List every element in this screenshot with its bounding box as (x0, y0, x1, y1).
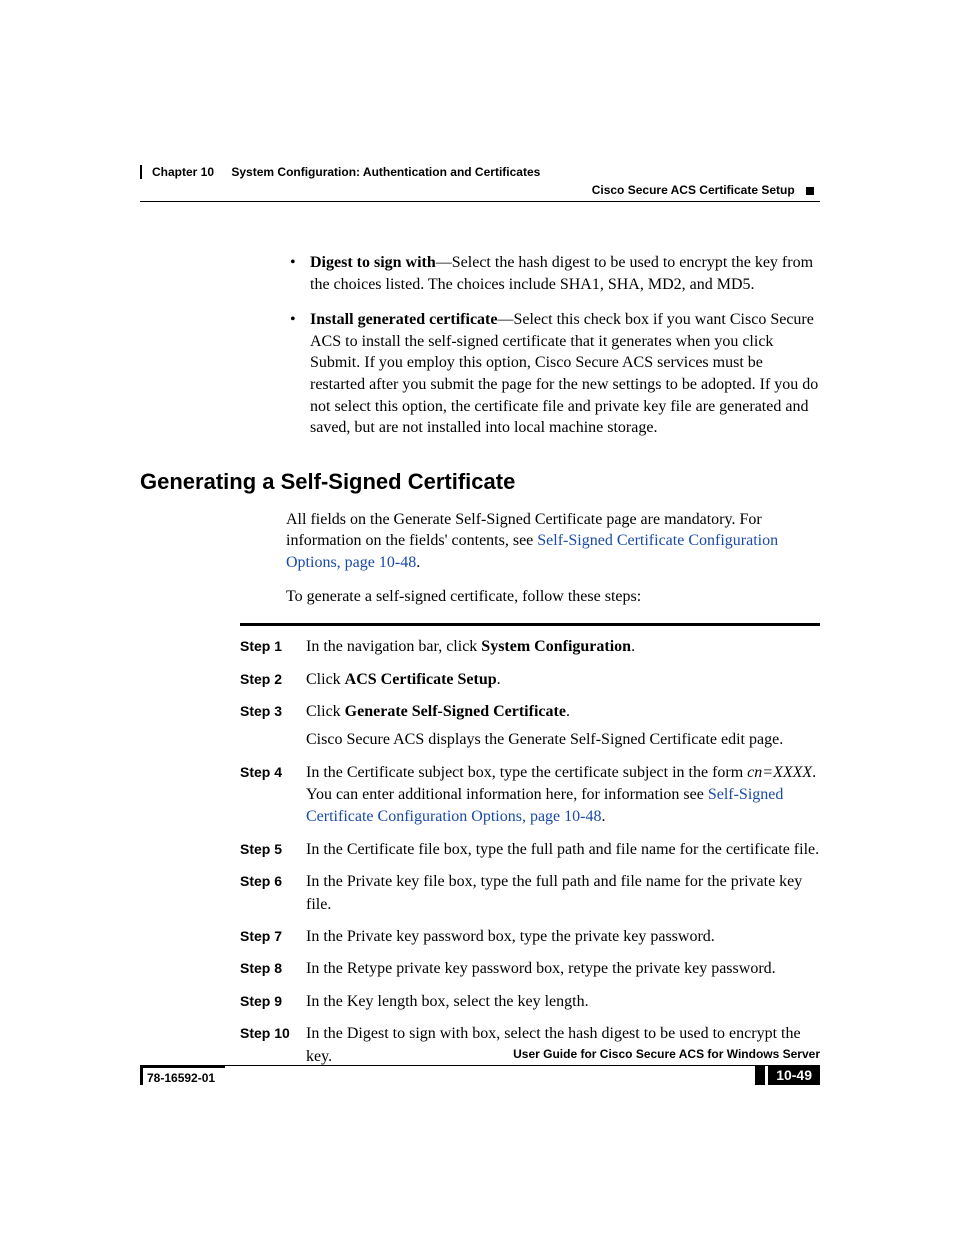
step-row: Step 9In the Key length box, select the … (240, 991, 820, 1013)
step-text: Generate Self-Signed Certificate (345, 703, 566, 720)
header-square-icon (806, 187, 814, 195)
step-text: In the Certificate file box, type the fu… (306, 841, 819, 858)
bullet-item: Install generated certificate—Select thi… (286, 309, 820, 439)
step-text: . (631, 638, 635, 655)
step-label: Step 2 (240, 669, 306, 691)
step-text: . (497, 671, 501, 688)
step-label: Step 4 (240, 762, 306, 829)
step-body: In the Retype private key password box, … (306, 958, 820, 980)
step-text: . (601, 808, 605, 825)
step-body: In the Key length box, select the key le… (306, 991, 820, 1013)
step-subtext: Cisco Secure ACS displays the Generate S… (306, 729, 820, 751)
step-row: Step 6In the Private key file box, type … (240, 871, 820, 916)
step-label: Step 3 (240, 701, 306, 752)
step-text: Click (306, 671, 345, 688)
step-body: In the Private key file box, type the fu… (306, 871, 820, 916)
step-row: Step 5In the Certificate file box, type … (240, 839, 820, 861)
chapter-title: System Configuration: Authentication and… (231, 165, 540, 179)
chapter-label: Chapter 10 (152, 165, 228, 179)
step-label: Step 5 (240, 839, 306, 861)
bullet-item: Digest to sign with—Select the hash dige… (286, 252, 820, 295)
step-text: In the Retype private key password box, … (306, 960, 776, 977)
step-body: In the navigation bar, click System Conf… (306, 636, 820, 658)
header-section-title: Cisco Secure ACS Certificate Setup (592, 183, 795, 197)
intro-post: . (416, 554, 420, 571)
step-text: In the navigation bar, click (306, 638, 481, 655)
step-text: In the Private key password box, type th… (306, 928, 715, 945)
page-number: 10-49 (768, 1065, 820, 1085)
step-row: Step 8In the Retype private key password… (240, 958, 820, 980)
bullet-list: Digest to sign with—Select the hash dige… (286, 252, 820, 439)
step-label: Step 6 (240, 871, 306, 916)
step-row: Step 1In the navigation bar, click Syste… (240, 636, 820, 658)
steps-rule (240, 623, 820, 626)
bullet-term: Install generated certificate (310, 311, 497, 328)
doc-id: 78-16592-01 (140, 1065, 225, 1085)
step-label: Step 1 (240, 636, 306, 658)
step-text: ACS Certificate Setup (345, 671, 497, 688)
step-text: Click (306, 703, 345, 720)
running-header: Chapter 10 System Configuration: Authent… (140, 165, 820, 202)
step-text: In the Certificate subject box, type the… (306, 764, 747, 781)
header-rule (140, 201, 820, 202)
footer-title: User Guide for Cisco Secure ACS for Wind… (140, 1047, 820, 1061)
page-number-box: 10-49 (755, 1065, 820, 1085)
page-square-icon (755, 1065, 765, 1085)
page-footer: User Guide for Cisco Secure ACS for Wind… (140, 1047, 820, 1085)
step-body: In the Certificate subject box, type the… (306, 762, 820, 829)
step-text: In the Key length box, select the key le… (306, 993, 589, 1010)
step-row: Step 4In the Certificate subject box, ty… (240, 762, 820, 829)
step-row: Step 2Click ACS Certificate Setup. (240, 669, 820, 691)
step-row: Step 3Click Generate Self-Signed Certifi… (240, 701, 820, 752)
bullet-term: Digest to sign with (310, 254, 436, 271)
intro-paragraph: All fields on the Generate Self-Signed C… (286, 509, 820, 574)
step-label: Step 8 (240, 958, 306, 980)
step-body: In the Private key password box, type th… (306, 926, 820, 948)
step-text: . (566, 703, 570, 720)
step-text: In the Private key file box, type the fu… (306, 873, 802, 912)
bullet-text: —Select this check box if you want Cisco… (310, 311, 818, 436)
step-text: cn=XXXX (747, 764, 812, 781)
step-row: Step 7In the Private key password box, t… (240, 926, 820, 948)
step-body: In the Certificate file box, type the fu… (306, 839, 820, 861)
step-label: Step 9 (240, 991, 306, 1013)
intro-paragraph-2: To generate a self-signed certificate, f… (286, 586, 820, 608)
step-body: Click ACS Certificate Setup. (306, 669, 820, 691)
step-body: Click Generate Self-Signed Certificate. C… (306, 701, 820, 752)
steps-list: Step 1In the navigation bar, click Syste… (240, 636, 820, 1068)
step-text: System Configuration (481, 638, 631, 655)
section-heading: Generating a Self-Signed Certificate (140, 469, 820, 495)
step-label: Step 7 (240, 926, 306, 948)
